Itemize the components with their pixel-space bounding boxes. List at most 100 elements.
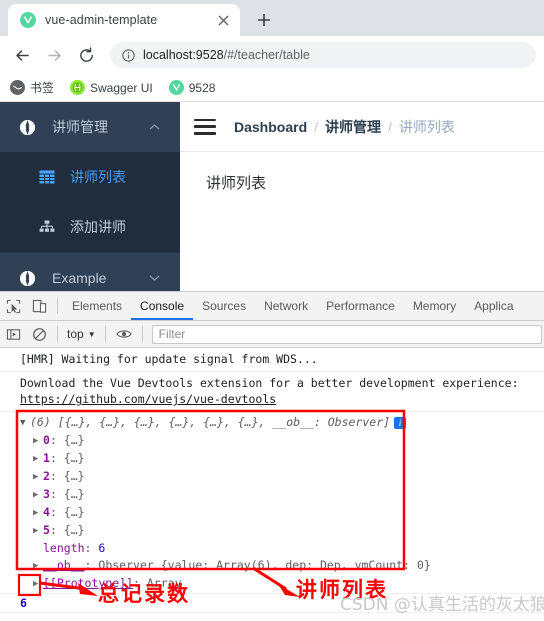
page-viewport: 讲师管理 讲师列表 添加讲师 Example Dashboard / 讲师管理 … [0, 102, 544, 291]
console-message-vue-devtools: Download the Vue Devtools extension for … [0, 372, 544, 413]
url-path: /#/teacher/table [223, 48, 310, 62]
reload-icon[interactable] [72, 41, 100, 69]
disclosure-triangle-icon[interactable]: ▶ [33, 525, 43, 539]
globe-icon [10, 80, 25, 95]
inspect-element-icon[interactable] [0, 293, 26, 319]
clear-console-icon[interactable] [26, 321, 52, 347]
disclosure-triangle-icon[interactable]: ▶ [33, 507, 43, 521]
console-result-value: 6 [20, 596, 27, 611]
bookmark-label: 书签 [30, 81, 55, 95]
forward-arrow-icon [40, 41, 68, 69]
address-bar-text: localhost:9528/#/teacher/table [143, 48, 310, 62]
array-count: (6) [30, 415, 51, 430]
table-icon [38, 168, 56, 186]
live-expression-icon[interactable] [111, 321, 137, 347]
array-item-value: {…} [63, 432, 85, 447]
bookmark-item-9528[interactable]: 9528 [168, 80, 215, 95]
app-sidebar: 讲师管理 讲师列表 添加讲师 Example [0, 102, 180, 291]
console-output[interactable]: [HMR] Waiting for update signal from WDS… [0, 348, 544, 613]
vue-favicon [20, 12, 36, 28]
sidebar-item-label: 讲师列表 [70, 169, 126, 185]
bookmark-label: Swagger UI [90, 80, 153, 95]
bookmark-item-swagger-ui[interactable]: Swagger UI [70, 80, 153, 95]
console-array-output[interactable]: ▼ (6) [{…}, {…}, {…}, {…}, {…}, {…}, __ob… [0, 412, 544, 593]
disclosure-triangle-icon[interactable]: ▶ [33, 560, 43, 574]
array-item-value: {…} [63, 450, 85, 465]
devtools-tab-performance[interactable]: Performance [317, 292, 404, 320]
array-length-row: length: 6 [43, 540, 106, 555]
new-tab-button[interactable] [250, 6, 278, 34]
array-item-key: 3 [43, 486, 50, 501]
devtools-tabbar: Elements Console Sources Network Perform… [0, 292, 544, 321]
browser-tab[interactable]: vue-admin-template [8, 4, 240, 36]
sidebar-group-label: 讲师管理 [52, 119, 108, 135]
console-message-text: Download the Vue Devtools extension for … [20, 375, 519, 390]
devtools-tab-sources[interactable]: Sources [193, 292, 255, 320]
sidebar-group-label: Example [52, 270, 107, 286]
compass-icon [18, 269, 36, 287]
close-icon[interactable] [214, 11, 232, 29]
breadcrumb: Dashboard / 讲师管理 / 讲师列表 [234, 117, 455, 137]
console-result-row: 6 [0, 593, 544, 613]
array-item-value: {…} [63, 486, 85, 501]
breadcrumb-item-teacher-management[interactable]: 讲师管理 [325, 117, 381, 137]
console-filter-input[interactable]: Filter [151, 324, 542, 344]
array-item-row[interactable]: ▶ 5: {…} [20, 522, 540, 540]
toolbar-separator [141, 326, 143, 342]
info-circle-icon[interactable] [122, 48, 135, 62]
devtools-tab-memory[interactable]: Memory [404, 292, 465, 320]
console-context-label: top [67, 327, 84, 341]
tree-icon [38, 218, 56, 236]
console-context-selector[interactable]: top ▼ [63, 327, 100, 341]
compass-icon [18, 118, 36, 136]
array-item-value: {…} [63, 522, 85, 537]
sidebar-item-teacher-list[interactable]: 讲师列表 [0, 152, 180, 202]
array-item-row[interactable]: ▶ 2: {…} [20, 468, 540, 486]
info-badge-icon[interactable]: i [394, 416, 407, 429]
array-item-key: 2 [43, 468, 50, 483]
app-navbar: Dashboard / 讲师管理 / 讲师列表 [180, 102, 544, 152]
disclosure-triangle-icon[interactable]: ▶ [33, 471, 43, 485]
tab-strip: vue-admin-template [0, 0, 544, 36]
disclosure-triangle-icon[interactable]: ▶ [33, 435, 43, 449]
breadcrumb-item-dashboard[interactable]: Dashboard [234, 119, 307, 135]
disclosure-triangle-open-icon[interactable]: ▼ [20, 417, 30, 431]
array-item-row[interactable]: ▶ 1: {…} [20, 450, 540, 468]
vue-favicon [168, 80, 184, 95]
swagger-icon [70, 80, 86, 95]
sidebar-group-teacher-management[interactable]: 讲师管理 [0, 102, 180, 152]
console-sidebar-icon[interactable] [0, 321, 26, 347]
devtools-tab-network[interactable]: Network [255, 292, 317, 320]
array-prototype-row[interactable]: ▶ [[Prototype]]: Array [20, 575, 540, 593]
app-content: Dashboard / 讲师管理 / 讲师列表 讲师列表 [180, 102, 544, 291]
array-observer-row[interactable]: ▶ __ob__: Observer {value: Array(6), dep:… [20, 557, 540, 575]
array-item-row[interactable]: ▶ 3: {…} [20, 486, 540, 504]
toolbar-separator [104, 326, 106, 342]
sidebar-group-example[interactable]: Example [0, 253, 180, 291]
devtools-tab-application[interactable]: Applica [465, 292, 522, 320]
back-arrow-icon[interactable] [8, 41, 36, 69]
array-item-row[interactable]: ▶ 0: {…} [20, 432, 540, 450]
hamburger-icon[interactable] [194, 118, 216, 135]
bookmark-item-shuqian[interactable]: 书签 [10, 79, 54, 96]
toolbar-separator [57, 298, 58, 314]
array-length-value: 6 [98, 540, 106, 555]
devtools-tab-elements[interactable]: Elements [63, 292, 131, 320]
vue-devtools-link[interactable]: https://github.com/vuejs/vue-devtools [20, 392, 276, 406]
array-header-row[interactable]: ▼ (6) [{…}, {…}, {…}, {…}, {…}, {…}, __ob… [20, 414, 540, 432]
disclosure-triangle-icon[interactable]: ▶ [33, 453, 43, 467]
disclosure-triangle-icon[interactable]: ▶ [33, 578, 43, 592]
array-item-value: {…} [63, 504, 85, 519]
console-message-text: [HMR] Waiting for update signal from WDS… [20, 352, 318, 366]
disclosure-triangle-icon[interactable]: ▶ [33, 489, 43, 503]
breadcrumb-separator: / [388, 118, 392, 135]
device-toolbar-icon[interactable] [26, 293, 52, 319]
breadcrumb-item-teacher-list: 讲师列表 [398, 118, 455, 135]
browser-tab-title: vue-admin-template [45, 13, 158, 27]
address-bar[interactable]: localhost:9528/#/teacher/table [110, 42, 536, 68]
sidebar-item-label: 添加讲师 [70, 219, 126, 235]
sidebar-item-add-teacher[interactable]: 添加讲师 [0, 202, 180, 252]
toolbar-separator [57, 326, 58, 342]
devtools-tab-console[interactable]: Console [131, 292, 194, 320]
array-item-row[interactable]: ▶ 4: {…} [20, 504, 540, 522]
